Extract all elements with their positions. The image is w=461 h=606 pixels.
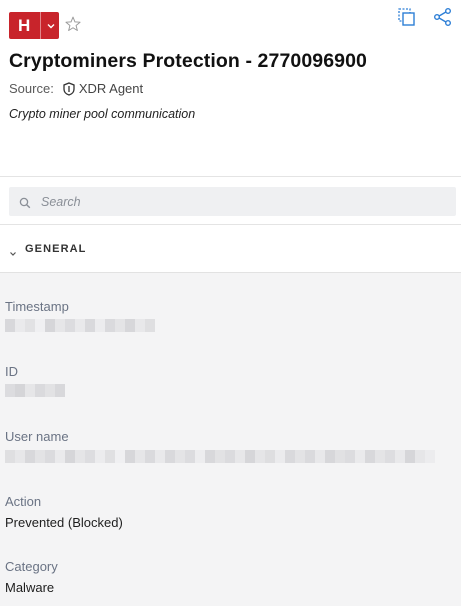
field-value-category: Malware: [5, 580, 55, 595]
alert-header: H Cryptominers Protection - 2770096900 S…: [0, 0, 461, 176]
field-label-category: Category: [5, 559, 58, 574]
source-value: XDR Agent: [78, 81, 144, 96]
severity-letter: H: [18, 15, 31, 35]
search-input[interactable]: Search: [9, 187, 456, 216]
shield-icon: [63, 81, 75, 96]
alert-description: Crypto miner pool communication: [9, 107, 196, 121]
alert-title: Cryptominers Protection - 2770096900: [9, 50, 367, 72]
severity-dropdown[interactable]: H: [9, 12, 59, 39]
section-general-toggle[interactable]: GENERAL: [0, 225, 461, 272]
section-title: GENERAL: [25, 242, 87, 255]
copy-icon[interactable]: [397, 7, 417, 27]
redacted-id: [5, 384, 65, 397]
redacted-user-name: [5, 450, 435, 463]
divider: [0, 176, 461, 177]
field-value-action: Prevented (Blocked): [5, 515, 123, 530]
redacted-timestamp: [5, 319, 155, 332]
share-icon[interactable]: [433, 7, 453, 27]
field-label-timestamp: Timestamp: [5, 299, 69, 314]
star-icon[interactable]: [64, 15, 82, 33]
chevron-down-icon: [45, 20, 57, 32]
field-label-id: ID: [5, 364, 18, 379]
source-label: Source:: [9, 81, 54, 96]
general-fields: Timestamp ID User name Action Prevented …: [0, 273, 461, 606]
source-row: Source: XDR Agent: [9, 81, 143, 96]
severity-divider: [40, 12, 41, 39]
search-placeholder: Search: [41, 194, 81, 209]
chevron-down-icon: [9, 245, 17, 256]
field-label-user-name: User name: [5, 429, 69, 444]
search-icon: [19, 196, 31, 208]
field-label-action: Action: [5, 494, 42, 509]
